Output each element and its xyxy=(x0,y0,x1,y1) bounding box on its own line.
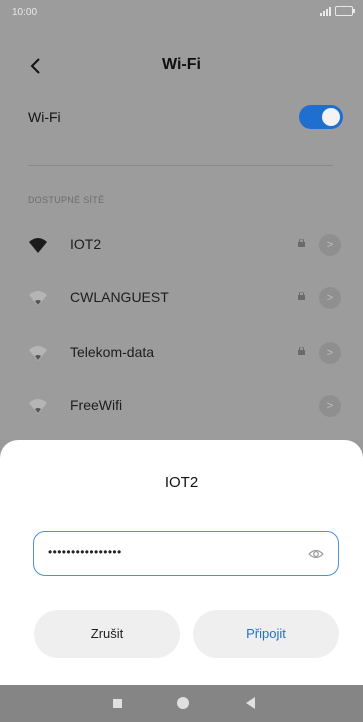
lock-icon xyxy=(298,347,305,355)
password-value: •••••••••••••••• xyxy=(48,545,122,559)
recents-icon[interactable] xyxy=(113,699,122,708)
chevron-right-icon[interactable]: > xyxy=(319,342,341,364)
network-item[interactable]: IOT2 > xyxy=(28,227,348,263)
dialog-title: IOT2 xyxy=(164,474,199,491)
network-name: Telekom-data xyxy=(70,344,155,360)
signal-icon xyxy=(320,6,331,16)
battery-icon xyxy=(335,6,355,16)
wifi-toggle-row[interactable]: Wi-Fi xyxy=(28,100,348,136)
wifi-icon xyxy=(29,238,47,253)
chevron-right-icon[interactable]: > xyxy=(319,395,341,417)
network-item[interactable]: CWLANGUEST > xyxy=(28,280,348,316)
header: Wi-Fi xyxy=(0,50,363,86)
wifi-icon xyxy=(29,291,47,306)
screen: 10:00 Wi-Fi Wi-Fi DOSTUPNÉ SÍTĚ IOT2 > C… xyxy=(0,0,363,722)
wifi-icon xyxy=(29,399,47,414)
network-item[interactable]: FreeWifi > xyxy=(28,388,348,424)
network-name: FreeWifi xyxy=(70,397,123,413)
home-icon[interactable] xyxy=(177,697,189,709)
chevron-right-icon[interactable]: > xyxy=(319,287,341,309)
password-field[interactable]: •••••••••••••••• xyxy=(33,531,339,576)
status-time: 10:00 xyxy=(12,7,38,18)
network-name: IOT2 xyxy=(70,236,102,252)
lock-icon xyxy=(298,239,305,247)
section-title: DOSTUPNÉ SÍTĚ xyxy=(28,195,105,205)
chevron-right-icon[interactable]: > xyxy=(319,234,341,256)
network-item[interactable]: Telekom-data > xyxy=(28,335,348,371)
network-name: CWLANGUEST xyxy=(70,289,169,305)
eye-icon[interactable] xyxy=(308,546,324,562)
back-icon[interactable] xyxy=(246,697,255,709)
wifi-icon xyxy=(29,346,47,361)
connect-button[interactable]: Připojit xyxy=(193,610,339,658)
page-title: Wi-Fi xyxy=(162,56,201,73)
toggle-knob xyxy=(322,108,340,126)
status-bar: 10:00 xyxy=(0,0,363,28)
navigation-bar xyxy=(0,685,363,722)
cancel-button[interactable]: Zrušit xyxy=(34,610,180,658)
password-dialog: IOT2 •••••••••••••••• Zrušit Připojit xyxy=(0,440,363,685)
lock-icon xyxy=(298,292,305,300)
wifi-toggle[interactable] xyxy=(299,105,343,129)
wifi-label: Wi-Fi xyxy=(28,109,61,125)
status-icons xyxy=(320,6,355,16)
divider xyxy=(28,165,333,166)
